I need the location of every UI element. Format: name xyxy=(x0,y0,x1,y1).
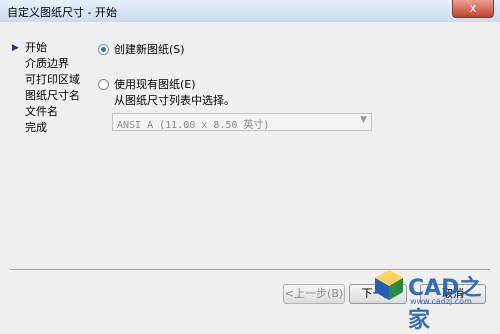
back-button[interactable]: <上一步(B) xyxy=(283,284,345,304)
watermark-logo-icon xyxy=(375,270,403,300)
step-label: 文件名 xyxy=(25,105,58,118)
window-title: 自定义图纸尺寸 - 开始 xyxy=(7,6,117,19)
step-label: 完成 xyxy=(25,121,47,134)
hint-text: 从图纸尺寸列表中选择。 xyxy=(114,94,235,107)
use-existing-label[interactable]: 使用现有图纸(E) xyxy=(114,76,196,92)
paper-size-select[interactable]: ANSI A (11.00 x 8.50 英寸) ▼ xyxy=(112,113,372,131)
step-label: 开始 xyxy=(25,41,47,54)
step-start: ▶ 开始 xyxy=(12,40,92,56)
use-existing-option[interactable]: 使用现有图纸(E) xyxy=(98,76,196,92)
title-bar: 自定义图纸尺寸 - 开始 x xyxy=(0,0,500,22)
wizard-steps: ▶ 开始 介质边界 可打印区域 图纸尺寸名 文件名 完成 xyxy=(12,40,92,136)
create-new-option[interactable]: 创建新图纸(S) xyxy=(98,41,185,57)
step-label: 可打印区域 xyxy=(25,73,80,86)
close-button[interactable]: x xyxy=(452,0,494,18)
step-paper-size-name: 图纸尺寸名 xyxy=(12,88,92,104)
step-file-name: 文件名 xyxy=(12,104,92,120)
step-media-bounds: 介质边界 xyxy=(12,56,92,72)
current-step-arrow-icon: ▶ xyxy=(12,43,19,53)
use-existing-radio[interactable] xyxy=(98,78,109,90)
step-printable-area: 可打印区域 xyxy=(12,72,92,88)
step-label: 介质边界 xyxy=(25,57,69,70)
paper-size-value: ANSI A (11.00 x 8.50 英寸) xyxy=(117,120,270,131)
step-finish: 完成 xyxy=(12,120,92,136)
watermark-url: www.cadzj.com xyxy=(410,297,472,306)
step-label: 图纸尺寸名 xyxy=(25,89,80,102)
create-new-label[interactable]: 创建新图纸(S) xyxy=(114,41,185,57)
create-new-radio[interactable] xyxy=(98,43,109,55)
chevron-down-icon[interactable]: ▼ xyxy=(360,115,367,125)
